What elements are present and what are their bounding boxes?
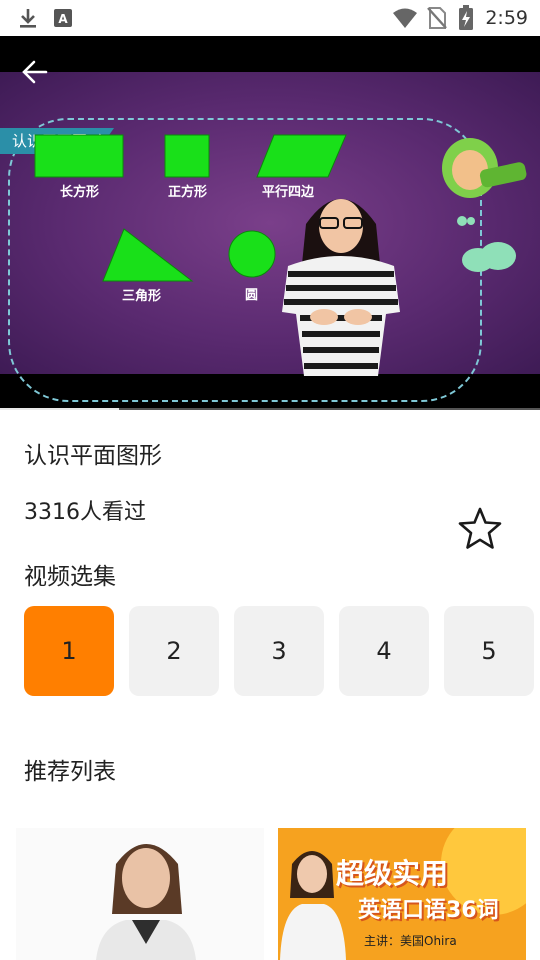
status-time: 2:59 xyxy=(485,7,528,29)
video-title: 认识平面图形 xyxy=(24,443,162,469)
app-notification-icon: A xyxy=(54,9,72,27)
wifi-icon xyxy=(393,8,417,28)
cartoon-sticker xyxy=(442,138,527,198)
star-outline-icon[interactable] xyxy=(456,505,504,553)
dots-decoration xyxy=(457,216,475,226)
video-progress-bar[interactable] xyxy=(0,408,540,410)
back-arrow-icon[interactable] xyxy=(20,58,50,86)
recommend-card-1[interactable] xyxy=(16,828,264,960)
episode-button-4[interactable]: 4 xyxy=(339,606,429,696)
video-progress-fill xyxy=(0,408,119,410)
episode-button-5[interactable]: 5 xyxy=(444,606,534,696)
cloud-decoration xyxy=(462,242,516,272)
episode-button-3[interactable]: 3 xyxy=(234,606,324,696)
episode-button-1[interactable]: 1 xyxy=(24,606,114,696)
card-title-line1: 超级实用 xyxy=(336,857,449,890)
woman-portrait-thumbnail xyxy=(96,844,196,960)
status-bar: A 2:59 xyxy=(0,0,540,36)
shape-label-square: 正方形 xyxy=(168,185,208,200)
shape-label-triangle: 三角形 xyxy=(122,289,162,304)
download-icon xyxy=(20,9,36,28)
parallelogram-shape xyxy=(256,134,347,178)
shape-label-rectangle: 长方形 xyxy=(60,185,100,200)
battery-charging-icon xyxy=(459,5,473,30)
svg-text:A: A xyxy=(58,12,68,26)
rectangle-shape xyxy=(34,134,124,178)
video-player[interactable]: 认识平面图形 长方形 正方形 平行四边 三角形 圆 xyxy=(0,36,540,410)
shape-label-circle: 圆 xyxy=(245,288,259,303)
triangle-shape xyxy=(102,228,194,282)
square-shape xyxy=(164,134,210,178)
episodes-heading: 视频选集 xyxy=(24,564,116,590)
video-frame[interactable]: 认识平面图形 长方形 正方形 平行四边 三角形 圆 xyxy=(0,72,540,402)
episode-button-2[interactable]: 2 xyxy=(129,606,219,696)
card-byline: 主讲：美国Ohira xyxy=(364,934,457,948)
no-sim-icon xyxy=(427,7,447,29)
view-count: 3316人看过 xyxy=(24,500,146,525)
recommend-card-2[interactable]: 超级实用 英语口语36词 主讲：美国Ohira xyxy=(278,828,526,960)
presenter-figure xyxy=(282,199,400,376)
card-title-line2: 英语口语36词 xyxy=(358,898,499,923)
recommend-heading: 推荐列表 xyxy=(24,759,116,785)
